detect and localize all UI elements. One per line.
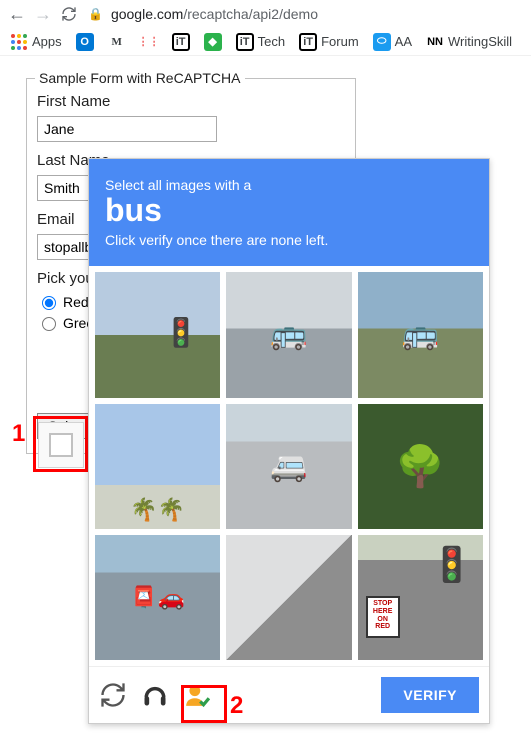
bookmark-asana[interactable]: ⋮⋮: [140, 33, 158, 51]
bookmark-it1[interactable]: iT: [172, 33, 190, 51]
challenge-tile[interactable]: STOP HERE ON RED: [358, 535, 483, 660]
bookmark-writing[interactable]: NNWritingSkill: [426, 33, 512, 51]
forward-button[interactable]: [34, 5, 52, 23]
annotation-1-box: [33, 416, 88, 472]
radio-red-label: Red: [63, 294, 89, 310]
browser-toolbar: 🔒 google.com/recaptcha/api2/demo: [0, 0, 531, 28]
challenge-tile[interactable]: [95, 404, 220, 529]
reload-button[interactable]: [60, 5, 78, 23]
reload-challenge-button[interactable]: [99, 681, 127, 709]
apps-label: Apps: [32, 34, 62, 49]
url-domain: google.com: [111, 6, 183, 22]
url-path: /recaptcha/api2/demo: [183, 6, 318, 22]
challenge-tile[interactable]: [226, 404, 351, 529]
radio-red[interactable]: [42, 296, 56, 310]
it-icon: iT: [236, 33, 254, 51]
challenge-footer: VERIFY: [89, 666, 489, 723]
first-name-input[interactable]: [37, 116, 217, 142]
bookmark-feedly[interactable]: ◆: [204, 33, 222, 51]
challenge-tile[interactable]: [226, 535, 351, 660]
nn-icon: NN: [426, 33, 444, 51]
challenge-grid: STOP HERE ON RED: [89, 266, 489, 666]
back-button[interactable]: [8, 5, 26, 23]
gmail-icon: M: [108, 33, 126, 51]
challenge-instruction-1: Select all images with a: [105, 177, 473, 193]
annotation-1-label: 1: [12, 420, 25, 448]
address-bar[interactable]: 🔒 google.com/recaptcha/api2/demo: [88, 6, 318, 22]
challenge-instruction-2: Click verify once there are none left.: [105, 232, 473, 248]
recaptcha-challenge: Select all images with a bus Click verif…: [88, 158, 490, 724]
bookmark-aa[interactable]: ⬭AA: [373, 33, 412, 51]
bookmarks-bar: Apps O M ⋮⋮ iT ◆ iTTech iTForum ⬭AA NNWr…: [0, 28, 531, 56]
bookmark-forum[interactable]: iTForum: [299, 33, 359, 51]
challenge-target: bus: [105, 193, 473, 228]
audio-challenge-button[interactable]: [141, 681, 169, 709]
lock-icon: 🔒: [88, 7, 103, 21]
it-icon: iT: [299, 33, 317, 51]
bookmark-gmail[interactable]: M: [108, 33, 126, 51]
challenge-tile[interactable]: [226, 272, 351, 397]
apps-grid-icon: [10, 33, 28, 51]
annotation-2-box: [181, 685, 227, 723]
challenge-tile[interactable]: [358, 272, 483, 397]
bookmark-outlook[interactable]: O: [76, 33, 94, 51]
stop-sign: STOP HERE ON RED: [366, 596, 400, 638]
outlook-icon: O: [76, 33, 94, 51]
it-icon: iT: [172, 33, 190, 51]
feedly-icon: ◆: [204, 33, 222, 51]
pill-icon: ⬭: [373, 33, 391, 51]
bookmark-tech[interactable]: iTTech: [236, 33, 285, 51]
challenge-tile[interactable]: [95, 272, 220, 397]
challenge-tile[interactable]: [95, 535, 220, 660]
asana-icon: ⋮⋮: [140, 33, 158, 51]
verify-button[interactable]: VERIFY: [381, 677, 479, 713]
form-title: Sample Form with ReCAPTCHA: [35, 70, 245, 86]
first-name-label: First Name: [37, 93, 345, 110]
radio-green[interactable]: [42, 317, 56, 331]
challenge-header: Select all images with a bus Click verif…: [89, 159, 489, 266]
challenge-tile[interactable]: [358, 404, 483, 529]
apps-button[interactable]: Apps: [10, 33, 62, 51]
annotation-2-label: 2: [230, 692, 243, 720]
